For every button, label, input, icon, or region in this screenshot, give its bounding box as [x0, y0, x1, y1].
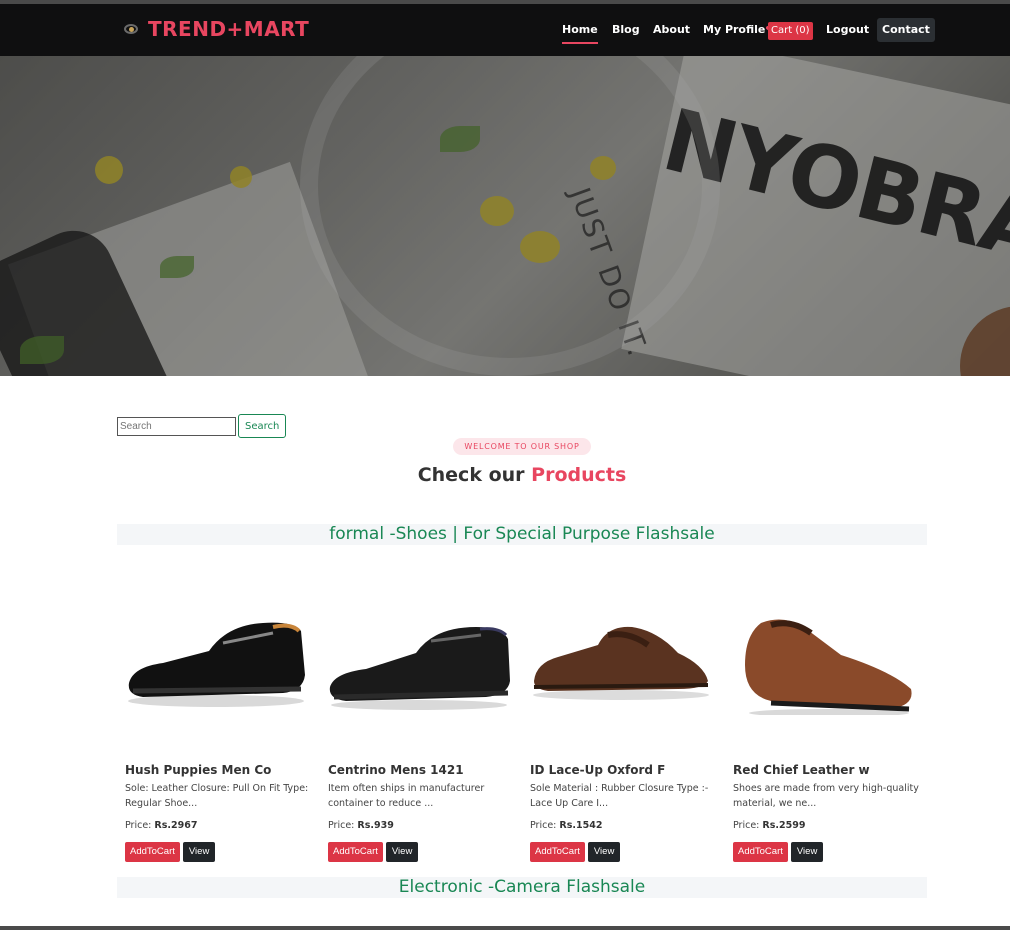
section-tag: WELCOME TO OUR SHOP [453, 438, 591, 455]
product-image[interactable] [731, 605, 917, 715]
bottom-border [0, 926, 1010, 930]
product-card: Red Chief Leather w Shoes are made from … [725, 575, 925, 865]
product-price: Price: Rs.2967 [125, 820, 197, 831]
view-button[interactable]: View [790, 842, 824, 862]
main-nav: Home Blog About My Profile❤ Cart (0) Log… [0, 18, 1010, 46]
add-to-cart-button[interactable]: AddToCart [328, 842, 383, 862]
product-grid: Hush Puppies Men Co Sole: Leather Closur… [117, 575, 927, 865]
search-bar: Search [117, 414, 287, 438]
product-description: Item often ships in manufacturer contain… [328, 783, 485, 809]
product-image[interactable] [326, 605, 512, 715]
add-to-cart-button[interactable]: AddToCart [733, 842, 788, 862]
section-title-accent: Products [531, 464, 627, 486]
price-label: Price: [733, 820, 760, 831]
nav-cart-button[interactable]: Cart (0) [768, 22, 813, 40]
category-heading: formal -Shoes | For Special Purpose Flas… [117, 524, 927, 545]
product-description: Sole Material : Rubber Closure Type :- L… [530, 783, 709, 809]
view-button[interactable]: View [587, 842, 621, 862]
product-name: Red Chief Leather w [733, 763, 870, 777]
view-button[interactable]: View [182, 842, 216, 862]
nav-profile-label: My Profile [703, 23, 766, 36]
product-description: Sole: Leather Closure: Pull On Fit Type:… [125, 783, 309, 809]
search-button[interactable]: Search [238, 414, 287, 438]
search-input[interactable] [117, 416, 236, 436]
navbar: TREND+MART Home Blog About My Profile❤ C… [0, 4, 1010, 56]
section-title-prefix: Check our [417, 464, 525, 486]
price-value: Rs.2599 [762, 820, 806, 831]
category-heading: Electronic -Camera Flashsale [117, 877, 927, 898]
add-to-cart-button[interactable]: AddToCart [530, 842, 585, 862]
nav-contact-button[interactable]: Contact [877, 18, 935, 42]
price-value: Rs.939 [357, 820, 394, 831]
product-price: Price: Rs.1542 [530, 820, 602, 831]
nav-blog-link[interactable]: Blog [612, 18, 640, 44]
nav-logout-link[interactable]: Logout [826, 18, 869, 44]
product-card: Hush Puppies Men Co Sole: Leather Closur… [117, 575, 317, 865]
product-card: Centrino Mens 1421 Item often ships in m… [320, 575, 520, 865]
price-label: Price: [125, 820, 152, 831]
product-actions: AddToCart View [530, 842, 621, 862]
add-to-cart-button[interactable]: AddToCart [125, 842, 180, 862]
hero-overlay [0, 56, 1010, 376]
product-name: ID Lace-Up Oxford F [530, 763, 666, 777]
product-description: Shoes are made from very high-quality ma… [733, 783, 919, 809]
hero-banner: NYOBRA JUST DO IT. [0, 56, 1010, 376]
nav-profile-link[interactable]: My Profile❤ [703, 18, 775, 44]
product-actions: AddToCart View [733, 842, 824, 862]
product-image[interactable] [528, 605, 714, 715]
product-price: Price: Rs.939 [328, 820, 394, 831]
product-actions: AddToCart View [328, 842, 419, 862]
section-title: Check our Products [0, 464, 1010, 486]
product-card: ID Lace-Up Oxford F Sole Material : Rubb… [522, 575, 722, 865]
product-image[interactable] [123, 605, 309, 715]
price-value: Rs.2967 [154, 820, 198, 831]
product-name: Hush Puppies Men Co [125, 763, 272, 777]
nav-home-link[interactable]: Home [562, 18, 598, 44]
product-actions: AddToCart View [125, 842, 216, 862]
product-price: Price: Rs.2599 [733, 820, 805, 831]
price-value: Rs.1542 [559, 820, 603, 831]
price-label: Price: [328, 820, 355, 831]
nav-about-link[interactable]: About [653, 18, 690, 44]
view-button[interactable]: View [385, 842, 419, 862]
price-label: Price: [530, 820, 557, 831]
product-name: Centrino Mens 1421 [328, 763, 464, 777]
